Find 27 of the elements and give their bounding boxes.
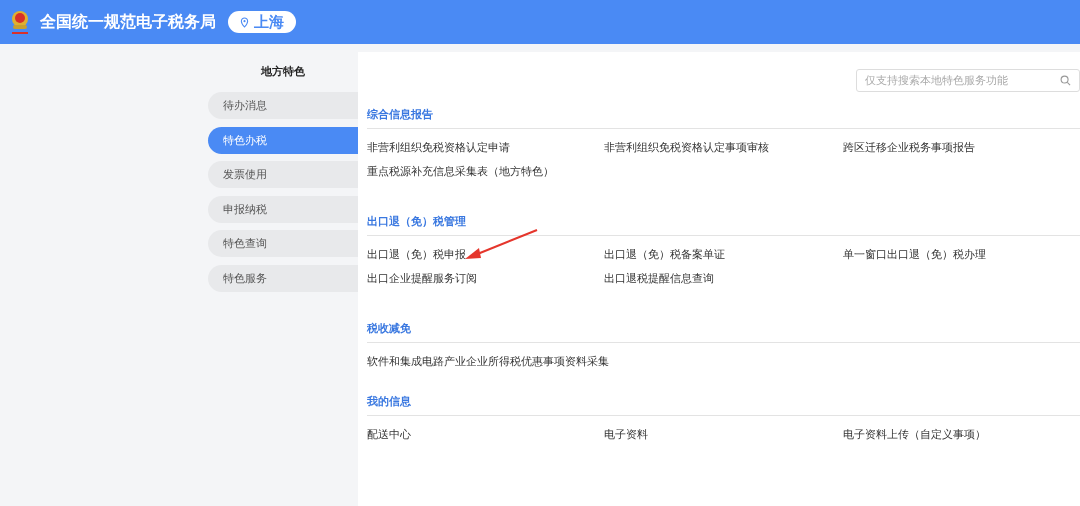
sidebar-item[interactable]: 待办消息 [208, 92, 358, 119]
section-title: 税收减免 [367, 318, 1080, 343]
sidebar-item[interactable]: 特色服务 [208, 264, 358, 292]
sidebar-item[interactable]: 发票使用 [208, 161, 358, 188]
service-link[interactable]: 重点税源补充信息采集表（地方特色） [367, 163, 554, 181]
section-title: 出口退（免）税管理 [367, 211, 1080, 236]
service-link[interactable]: 单一窗口出口退（免）税办理 [843, 246, 986, 264]
section-title: 综合信息报告 [367, 104, 1080, 129]
service-link[interactable]: 出口退税提醒信息查询 [604, 270, 714, 288]
site-title: 全国统一规范电子税务局 [40, 11, 216, 33]
service-link[interactable]: 出口企业提醒服务订阅 [367, 270, 477, 288]
search-icon [1060, 75, 1071, 86]
sidebar-item[interactable]: 申报纳税 [208, 195, 358, 223]
service-link[interactable]: 配送中心 [367, 426, 411, 444]
sidebar-title: 地方特色 [260, 64, 306, 80]
service-link[interactable]: 跨区迁移企业税务事项报告 [843, 139, 975, 157]
search-field[interactable]: 仅支持搜索本地特色服务功能 [856, 69, 1080, 92]
service-link[interactable]: 电子资料 [604, 426, 648, 444]
service-link[interactable]: 非营利组织免税资格认定事项审核 [604, 139, 769, 157]
pin-icon [240, 16, 249, 28]
service-link[interactable]: 软件和集成电路产业企业所得税优惠事项资料采集 [367, 353, 609, 371]
service-link[interactable]: 电子资料上传（自定义事项） [843, 426, 986, 444]
sidebar-item[interactable]: 特色查询 [208, 230, 358, 257]
service-link[interactable]: 出口退（免）税申报 [367, 246, 466, 264]
service-link[interactable]: 出口退（免）税备案单证 [604, 246, 725, 264]
service-link[interactable]: 非营利组织免税资格认定申请 [367, 139, 510, 157]
section-title: 我的信息 [367, 391, 1080, 416]
